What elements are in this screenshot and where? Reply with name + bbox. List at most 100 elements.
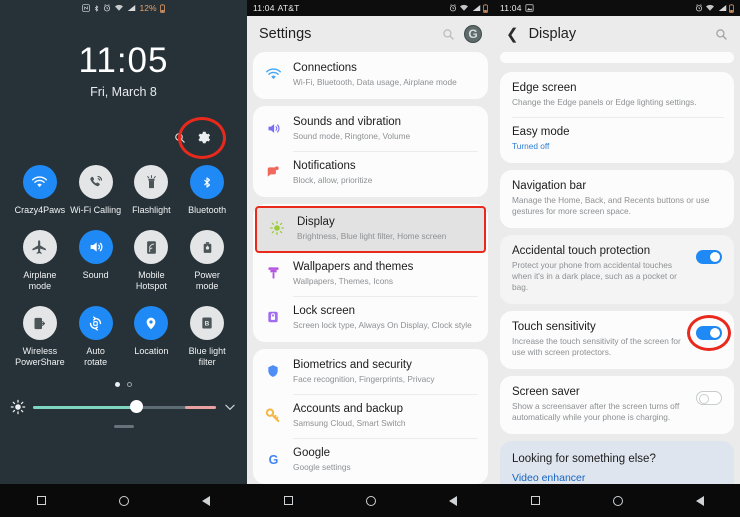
settings-item-connections[interactable]: Connections Wi-Fi, Bluetooth, Data usage… — [253, 54, 488, 97]
page-title: Settings — [259, 26, 312, 42]
display-footer-card: Looking for something else? Video enhanc… — [500, 441, 734, 484]
circle-icon[interactable] — [118, 495, 129, 506]
tile-crazy4paws[interactable]: Crazy4Paws — [12, 165, 68, 216]
brightness-slider[interactable] — [33, 400, 216, 414]
settings-item-accounts-and-backup[interactable]: Accounts and backup Samsung Cloud, Smart… — [253, 395, 488, 438]
quick-settings-tiles: Crazy4Paws Wi-Fi Calling Flashlight Blue… — [0, 161, 247, 368]
item-subtitle: Manage the Home, Back, and Recents butto… — [512, 195, 710, 216]
screen-saver-toggle[interactable] — [696, 391, 722, 405]
triangle-back-icon[interactable] — [449, 495, 458, 506]
tile-wireless-powershare[interactable]: Wireless PowerShare — [12, 306, 68, 368]
touch-sensitivity-toggle[interactable] — [696, 326, 722, 340]
tile-power-mode[interactable]: Power mode — [179, 230, 235, 292]
settings-group-sound-notifications: Sounds and vibration Sound mode, Rington… — [253, 106, 488, 197]
paintbrush-icon — [263, 263, 283, 283]
settings-item-biometrics-and-security[interactable]: Biometrics and security Face recognition… — [253, 351, 488, 394]
tile-mobile-hotspot[interactable]: Mobile Hotspot — [124, 230, 180, 292]
footer-link-video-enhancer[interactable]: Video enhancer — [512, 472, 722, 484]
tile-location[interactable]: Location — [124, 306, 180, 368]
toggle-wrap — [687, 315, 731, 351]
tile-airplane-mode[interactable]: Airplane mode — [12, 230, 68, 292]
chevron-left-icon[interactable]: ❮ — [506, 27, 519, 42]
tile-bluetooth[interactable]: Bluetooth — [179, 165, 235, 216]
tile-row-1: Crazy4Paws Wi-Fi Calling Flashlight Blue… — [12, 165, 235, 216]
tile-label: Location — [134, 346, 169, 356]
page-dot-inactive[interactable] — [127, 382, 132, 387]
tile-label: Wireless PowerShare — [15, 346, 65, 367]
speaker-icon — [263, 118, 283, 138]
settings-item-lock-screen[interactable]: Lock screen Screen lock type, Always On … — [253, 297, 488, 340]
display-settings-screen: 11:04 ❮ Display Edge screen Change the E… — [494, 0, 740, 517]
display-item-edge-screen[interactable]: Edge screen Change the Edge panels or Ed… — [500, 74, 734, 117]
item-subtitle: Wallpapers, Themes, Icons — [293, 276, 394, 286]
settings-item-sounds-and-vibration[interactable]: Sounds and vibration Sound mode, Rington… — [253, 108, 488, 151]
svg-text:G: G — [268, 452, 278, 466]
square-icon[interactable] — [283, 496, 293, 505]
powershare-icon — [34, 317, 46, 329]
display-item-easy-mode[interactable]: Easy mode Turned off — [500, 118, 734, 161]
rotate-icon — [89, 315, 102, 331]
item-title: Sounds and vibration — [293, 116, 402, 128]
slider-fill — [33, 406, 138, 409]
tile-icon-bg — [22, 230, 57, 264]
page-dot-active[interactable] — [115, 382, 120, 387]
display-item-accidental-touch-protection[interactable]: Accidental touch protection Protect your… — [500, 237, 734, 302]
triangle-back-icon[interactable] — [695, 495, 704, 506]
circle-icon[interactable] — [612, 495, 623, 506]
item-subtitle: Face recognition, Fingerprints, Privacy — [293, 374, 435, 384]
settings-group-accounts: Biometrics and security Face recognition… — [253, 349, 488, 484]
panel-drag-handle[interactable] — [113, 425, 134, 428]
display-body: ❮ Display Edge screen Change the Edge pa… — [494, 16, 740, 484]
wifi-icon — [263, 64, 283, 84]
tile-icon-bg — [22, 306, 57, 340]
chevron-down-icon[interactable] — [223, 400, 237, 414]
triangle-back-icon[interactable] — [202, 495, 211, 506]
tile-blue-light-filter[interactable]: B Blue light filter — [179, 306, 235, 368]
item-subtitle: Protect your phone from accidental touch… — [512, 260, 677, 292]
settings-item-notifications[interactable]: Notifications Block, allow, prioritize — [253, 152, 488, 195]
tile-label: Power mode — [194, 270, 220, 291]
toggle-wrap — [696, 250, 724, 264]
item-subtitle: Screen lock type, Always On Display, Clo… — [293, 320, 472, 330]
tile-label: Mobile Hotspot — [135, 270, 167, 291]
page-indicator-dots — [0, 382, 247, 387]
item-subtitle: Google settings — [293, 462, 351, 472]
signal-icon — [472, 5, 480, 11]
settings-item-display[interactable]: Display Brightness, Blue light filter, H… — [257, 208, 484, 251]
display-item-navigation-bar[interactable]: Navigation bar Manage the Home, Back, an… — [500, 172, 734, 226]
tile-sound[interactable]: Sound — [68, 230, 124, 292]
display-item-screen-saver[interactable]: Screen saver Show a screensaver after th… — [500, 378, 734, 432]
wifi-icon — [706, 4, 714, 11]
accidental-touch-protection-toggle[interactable] — [696, 250, 722, 264]
square-icon[interactable] — [530, 496, 540, 505]
item-subtitle: Sound mode, Ringtone, Volume — [293, 131, 411, 141]
tile-icon-bg — [78, 230, 113, 264]
red-rectangle-annotation-display: Display Brightness, Blue light filter, H… — [255, 206, 486, 253]
search-icon[interactable] — [715, 28, 728, 41]
toggle-knob — [698, 393, 710, 405]
display-group-5: Screen saver Show a screensaver after th… — [500, 376, 734, 434]
square-icon[interactable] — [36, 496, 46, 505]
clock-time: 11:05 — [78, 41, 169, 80]
toggle-knob — [709, 327, 721, 339]
avatar[interactable]: G — [464, 25, 482, 43]
item-subtitle: Samsung Cloud, Smart Switch — [293, 418, 406, 428]
status-time: 11:04 — [500, 3, 522, 13]
settings-item-google[interactable]: G Google Google settings — [253, 439, 488, 482]
location-pin-icon — [147, 317, 156, 329]
tile-label: Bluetooth — [188, 205, 227, 215]
display-item-touch-sensitivity[interactable]: Touch sensitivity Increase the touch sen… — [500, 313, 734, 367]
settings-item-wallpapers-and-themes[interactable]: Wallpapers and themes Wallpapers, Themes… — [253, 253, 488, 296]
display-group-4: Touch sensitivity Increase the touch sen… — [500, 311, 734, 369]
tile-flashlight[interactable]: Flashlight — [124, 165, 180, 216]
brightness-slider-row — [0, 399, 247, 415]
circle-icon[interactable] — [365, 495, 376, 506]
tile-label: Airplane mode — [23, 270, 57, 291]
tile-auto-rotate[interactable]: Auto rotate — [68, 306, 124, 368]
partial-card-above — [500, 52, 734, 63]
clock-date: Fri, March 8 — [90, 85, 157, 99]
tile-wifi-calling[interactable]: Wi-Fi Calling — [68, 165, 124, 216]
display-group-3: Accidental touch protection Protect your… — [500, 235, 734, 304]
slider-knob[interactable] — [129, 400, 143, 413]
search-icon[interactable] — [442, 28, 455, 41]
